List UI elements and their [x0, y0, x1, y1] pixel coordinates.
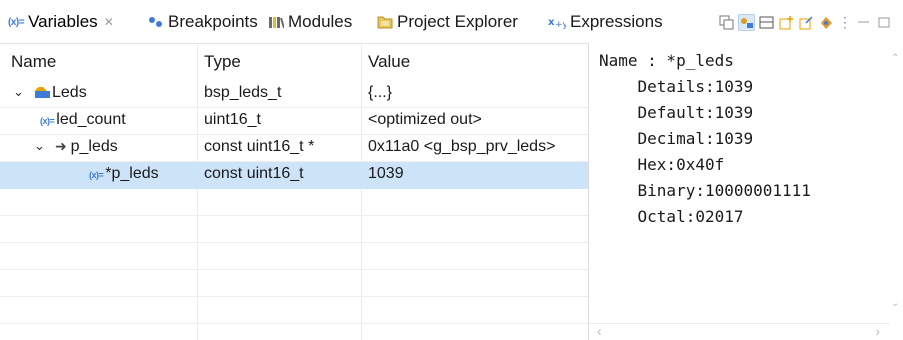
- details-pane[interactable]: Name : *p_leds Details:1039 Default:1039…: [588, 43, 903, 340]
- struct-icon: [35, 86, 50, 98]
- breakpoints-icon: [148, 15, 164, 29]
- row-value: 0x11a0 <g_bsp_prv_leds>: [368, 138, 556, 155]
- horizontal-scrollbar[interactable]: ‹ ›: [589, 323, 890, 340]
- details-line: Decimal:1039: [599, 129, 754, 148]
- row-name-cell: (x)= *p_leds: [89, 165, 159, 183]
- row-type: uint16_t: [204, 111, 261, 128]
- vertical-scrollbar[interactable]: ⌃ ⌄: [889, 43, 903, 323]
- tab-modules[interactable]: Modules: [268, 9, 352, 35]
- row-type: bsp_leds_t: [204, 84, 282, 101]
- variables-icon: (x)=: [8, 16, 25, 28]
- view-toolbar: ⋮: [718, 11, 892, 33]
- empty-row: [0, 216, 588, 243]
- svg-text:x: x: [548, 17, 555, 28]
- chevron-down-icon[interactable]: ⌄: [13, 84, 24, 100]
- modules-icon: [268, 15, 284, 29]
- row-name: p_leds: [70, 138, 118, 155]
- minimize-icon[interactable]: [855, 14, 872, 31]
- variable-icon: (x)=: [89, 170, 104, 180]
- pointer-icon: ➜: [55, 138, 71, 154]
- empty-row: [0, 297, 588, 324]
- maximize-icon[interactable]: [875, 14, 892, 31]
- details-text[interactable]: Name : *p_leds Details:1039 Default:1039…: [599, 48, 811, 230]
- row-name-cell: Leds: [34, 84, 87, 102]
- empty-row: [0, 243, 588, 270]
- empty-row: [0, 270, 588, 297]
- row-name-cell: (x)= led_count: [40, 111, 126, 129]
- row-name-cell: ➜ p_leds: [55, 138, 118, 156]
- details-line: Default:1039: [599, 103, 754, 122]
- scroll-left-icon[interactable]: ‹: [597, 323, 602, 339]
- details-line: Name : *p_leds: [599, 51, 734, 70]
- scroll-down-icon[interactable]: ⌄: [891, 298, 899, 309]
- table-row[interactable]: (x)= led_count uint16_t <optimized out>: [0, 108, 588, 135]
- scroll-up-icon[interactable]: ⌃: [891, 53, 899, 64]
- view-tab-bar: (x)= Variables ✕ Breakpoints Modules Pro…: [0, 0, 903, 44]
- row-value: 1039: [368, 165, 404, 182]
- row-name: Leds: [52, 84, 87, 101]
- tab-breakpoints[interactable]: Breakpoints: [148, 9, 258, 35]
- column-header-value[interactable]: Value: [368, 52, 410, 72]
- tab-breakpoints-label: Breakpoints: [168, 12, 258, 31]
- details-line: Octal:02017: [599, 207, 744, 226]
- row-value: <optimized out>: [368, 111, 482, 128]
- refresh-icon[interactable]: [818, 14, 835, 31]
- chevron-down-icon[interactable]: ⌄: [34, 138, 45, 154]
- table-row[interactable]: ⌄ ➜ p_leds const uint16_t * 0x11a0 <g_bs…: [0, 135, 588, 162]
- table-header: Name Type Value: [0, 43, 588, 75]
- details-line: Binary:10000001111: [599, 181, 811, 200]
- variables-table: Name Type Value ⌄ Leds bsp_leds_t {...} …: [0, 43, 588, 340]
- details-line: Hex:0x40f: [599, 155, 725, 174]
- scroll-right-icon[interactable]: ›: [875, 323, 880, 339]
- layout-icon[interactable]: [758, 14, 775, 31]
- close-icon[interactable]: ✕: [104, 15, 114, 29]
- row-name: *p_leds: [105, 165, 159, 182]
- tab-variables-label: Variables: [28, 12, 98, 31]
- show-type-names-icon[interactable]: [738, 13, 755, 31]
- tab-expressions[interactable]: x +y Expressions: [548, 9, 663, 35]
- column-header-name[interactable]: Name: [11, 52, 56, 72]
- tab-project-explorer-label: Project Explorer: [397, 12, 518, 31]
- tab-project-explorer[interactable]: Project Explorer: [377, 9, 518, 35]
- row-value: {...}: [368, 84, 393, 101]
- table-row-selected[interactable]: (x)= *p_leds const uint16_t 1039: [0, 162, 588, 189]
- details-line: Details:1039: [599, 77, 754, 96]
- tab-variables[interactable]: (x)= Variables ✕: [8, 9, 114, 35]
- tab-expressions-label: Expressions: [570, 12, 663, 31]
- new-expression-icon[interactable]: [778, 14, 795, 31]
- row-name: led_count: [56, 111, 126, 128]
- project-explorer-icon: [377, 15, 393, 29]
- expressions-icon: x +y: [548, 15, 566, 29]
- collapse-all-icon[interactable]: [718, 14, 735, 31]
- empty-row: [0, 189, 588, 216]
- view-menu-icon[interactable]: ⋮: [838, 14, 852, 31]
- variable-icon: (x)=: [40, 116, 55, 126]
- column-header-type[interactable]: Type: [204, 52, 241, 72]
- table-row[interactable]: ⌄ Leds bsp_leds_t {...}: [0, 81, 588, 108]
- svg-text:+y: +y: [555, 20, 566, 29]
- row-type: const uint16_t *: [204, 138, 315, 155]
- edit-expression-icon[interactable]: [798, 14, 815, 31]
- tab-modules-label: Modules: [288, 12, 353, 31]
- row-type: const uint16_t: [204, 165, 304, 182]
